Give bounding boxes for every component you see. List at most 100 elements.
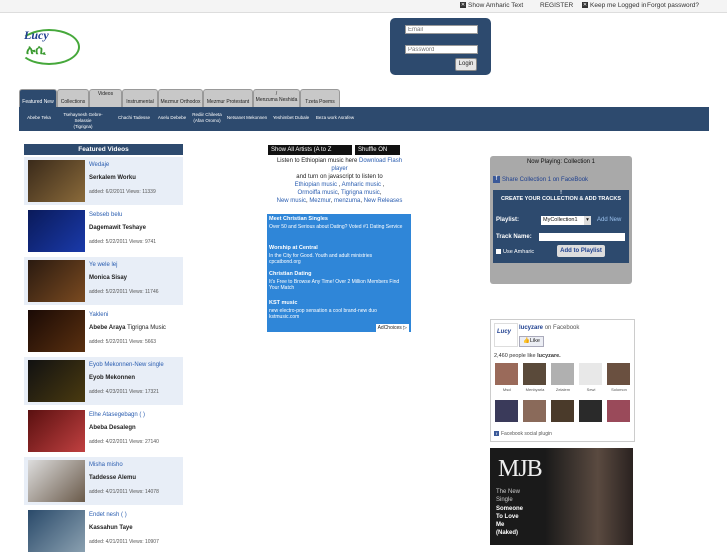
add-to-playlist-button[interactable]: Add to Playlist: [557, 245, 605, 257]
video-meta: added: 5/22/2011 Views: 5663: [89, 339, 157, 345]
register-link[interactable]: REGISTER: [540, 2, 573, 9]
use-amharic-toggle[interactable]: Use Amharic: [496, 249, 534, 255]
video-list-item[interactable]: Elhe Atasegebagn ( ) Abeba Desalegn adde…: [24, 407, 183, 455]
link-oromiffa-music[interactable]: Ormoiffa music: [298, 190, 338, 196]
fan-avatar[interactable]: [607, 400, 630, 422]
ad-title[interactable]: Christian Dating: [269, 271, 311, 277]
checkbox-icon[interactable]: [496, 249, 501, 255]
facebook-plugin-label: f Facebook social plugin: [494, 431, 552, 437]
subnav-item[interactable]: Chachi Tadesse: [115, 115, 153, 121]
ad-title[interactable]: KST music: [269, 300, 297, 306]
fan-name[interactable]: Menbyarla: [522, 387, 548, 392]
tab-collections[interactable]: Collections: [57, 89, 89, 107]
video-artist: Monica Sisay: [89, 275, 128, 281]
video-list-item[interactable]: Ye wele lej Monica Sisay added: 5/22/201…: [24, 257, 183, 305]
fan-avatar[interactable]: [607, 363, 630, 385]
video-title[interactable]: Eyob Mekonnen-New single: [89, 362, 164, 368]
subnav-item[interactable]: Yeshimbet Dubale: [270, 115, 312, 121]
facebook-like-button[interactable]: 👍Like: [519, 336, 544, 347]
fan-avatar[interactable]: [495, 363, 518, 385]
link-menzuma[interactable]: menzuma: [334, 198, 360, 204]
fan-name[interactable]: Solomon: [606, 387, 632, 392]
video-meta: added: 5/22/2011 Views: 9741: [89, 239, 157, 245]
fan-avatar[interactable]: [579, 363, 602, 385]
fan-avatar[interactable]: [495, 400, 518, 422]
email-field[interactable]: [405, 25, 478, 34]
tab-instrumental[interactable]: Instrumental: [122, 89, 158, 107]
subnav-item[interactable]: Beza work Asrafew: [313, 115, 357, 121]
create-collection-heading: CREATE YOUR COLLECTION & ADD TRACKS: [501, 196, 621, 202]
subnav-item[interactable]: Abebe Teka: [25, 115, 53, 121]
top-bar: ✕ Show Amharic Text REGISTER ✕ Keep me Log…: [0, 0, 727, 13]
tab-mezmur-orthodox[interactable]: Mezmur Orthodox: [158, 89, 203, 107]
checkbox-icon[interactable]: ✕: [460, 2, 466, 9]
fan-name[interactable]: Zelalem: [550, 387, 576, 392]
link-amharic-music[interactable]: Amharic music: [342, 182, 381, 188]
tab-videos[interactable]: Videos: [89, 89, 122, 107]
video-list-item[interactable]: Eyob Mekonnen-New single Eyob Mekonnen a…: [24, 357, 183, 405]
adchoices-link[interactable]: AdChoices ▷: [375, 324, 409, 332]
video-thumbnail[interactable]: [28, 310, 85, 352]
fan-avatar[interactable]: [523, 400, 546, 422]
link-new-music[interactable]: New music: [277, 198, 306, 204]
subnav-item[interactable]: Tsehaynesh Gebre-Selassie (Tigrigna): [55, 112, 111, 130]
page-logo[interactable]: Lucy: [494, 323, 518, 347]
tab-mezmur-protestant[interactable]: Mezmur Protestant: [203, 89, 253, 107]
ad-title[interactable]: Meet Christian Singles: [269, 216, 328, 222]
video-title[interactable]: Sebseb belu: [89, 212, 122, 218]
video-title[interactable]: Endet nesh ( ): [89, 512, 127, 518]
fan-avatar[interactable]: [579, 400, 602, 422]
video-thumbnail[interactable]: [28, 260, 85, 302]
video-title[interactable]: Elhe Atasegebagn ( ): [89, 412, 145, 418]
video-list-item[interactable]: Yakleni Abebe Araya Tigrigna Music added…: [24, 307, 183, 355]
subnav-item[interactable]: Aselu Debebe: [155, 115, 189, 121]
video-thumbnail[interactable]: [28, 210, 85, 252]
video-list-item[interactable]: Misha misho Taddesse Alemu added: 4/21/2…: [24, 457, 183, 505]
tab-menzuma-neshida[interactable]: / Menzuma Neshida: [253, 89, 300, 107]
link-ethiopian-music[interactable]: Ethiopian music: [295, 182, 337, 188]
video-thumbnail[interactable]: [28, 360, 85, 402]
password-field[interactable]: [405, 45, 478, 54]
fan-avatar[interactable]: [551, 363, 574, 385]
tab-tzeta-poems[interactable]: Tzeta Poems: [300, 89, 340, 107]
keep-logged-in-toggle[interactable]: ✕ Keep me Logged in: [582, 2, 646, 9]
video-title[interactable]: Wedaje: [89, 162, 109, 168]
video-artist: Abebe Araya Tigrigna Music: [89, 325, 166, 331]
advertisement-image[interactable]: MJB The New Single Someone To Love Me (N…: [490, 448, 633, 545]
collection-player: Now Playing: Collection 1 f Share Collect…: [490, 156, 632, 284]
ad-text: It's Free to Browse Any Time! Over 2 Mil…: [269, 279, 400, 291]
playlist-select[interactable]: MyCollection1 ▾: [541, 216, 591, 225]
login-button[interactable]: Login: [455, 58, 477, 71]
subnav-item[interactable]: Netsanet Mekonnen: [226, 115, 268, 121]
video-title[interactable]: Ye wele lej: [89, 262, 117, 268]
video-list-item[interactable]: Endet nesh ( ) Kassahun Taye added: 4/21…: [24, 507, 183, 555]
add-new-playlist-link[interactable]: Add New: [597, 217, 621, 223]
fan-avatar[interactable]: [551, 400, 574, 422]
tab-featured-new[interactable]: Featured New: [19, 89, 57, 107]
video-thumbnail[interactable]: [28, 410, 85, 452]
fan-avatar[interactable]: [523, 363, 546, 385]
show-amharic-toggle[interactable]: ✕ Show Amharic Text: [460, 2, 523, 9]
track-name-input[interactable]: [539, 233, 625, 241]
link-tigrigna-music[interactable]: Tigrigna music: [341, 190, 380, 196]
link-mezmur[interactable]: Mezmur: [309, 198, 330, 204]
video-list-item[interactable]: Wedaje Serkalem Worku added: 6/2/2011 Vi…: [24, 157, 183, 205]
video-thumbnail[interactable]: [28, 460, 85, 502]
video-thumbnail[interactable]: [28, 510, 85, 552]
ad-title[interactable]: Worship at Central: [269, 245, 318, 251]
forgot-password-link[interactable]: Forgot password?: [647, 2, 699, 9]
video-list-item[interactable]: Sebseb belu Dagemawit Teshaye added: 5/2…: [24, 207, 183, 255]
video-thumbnail[interactable]: [28, 160, 85, 202]
share-facebook-link[interactable]: f Share Collection 1 on FaceBook: [493, 176, 588, 183]
logo[interactable]: Lucy: [24, 28, 49, 43]
fan-name[interactable]: Mscl: [494, 387, 520, 392]
fan-name[interactable]: Sewi: [578, 387, 604, 392]
facebook-page-name[interactable]: lucyzare on Facebook: [519, 325, 579, 331]
show-all-artists-select[interactable]: Show All Artists (A to Z: [268, 145, 352, 155]
subnav-item[interactable]: Rediir Chileeta (Afan Oromo): [190, 112, 224, 124]
checkbox-icon[interactable]: ✕: [582, 2, 588, 9]
video-title[interactable]: Yakleni: [89, 312, 108, 318]
link-new-releases[interactable]: New Releases: [364, 198, 403, 204]
video-title[interactable]: Misha misho: [89, 462, 123, 468]
shuffle-toggle[interactable]: Shuffle ON: [355, 145, 400, 155]
